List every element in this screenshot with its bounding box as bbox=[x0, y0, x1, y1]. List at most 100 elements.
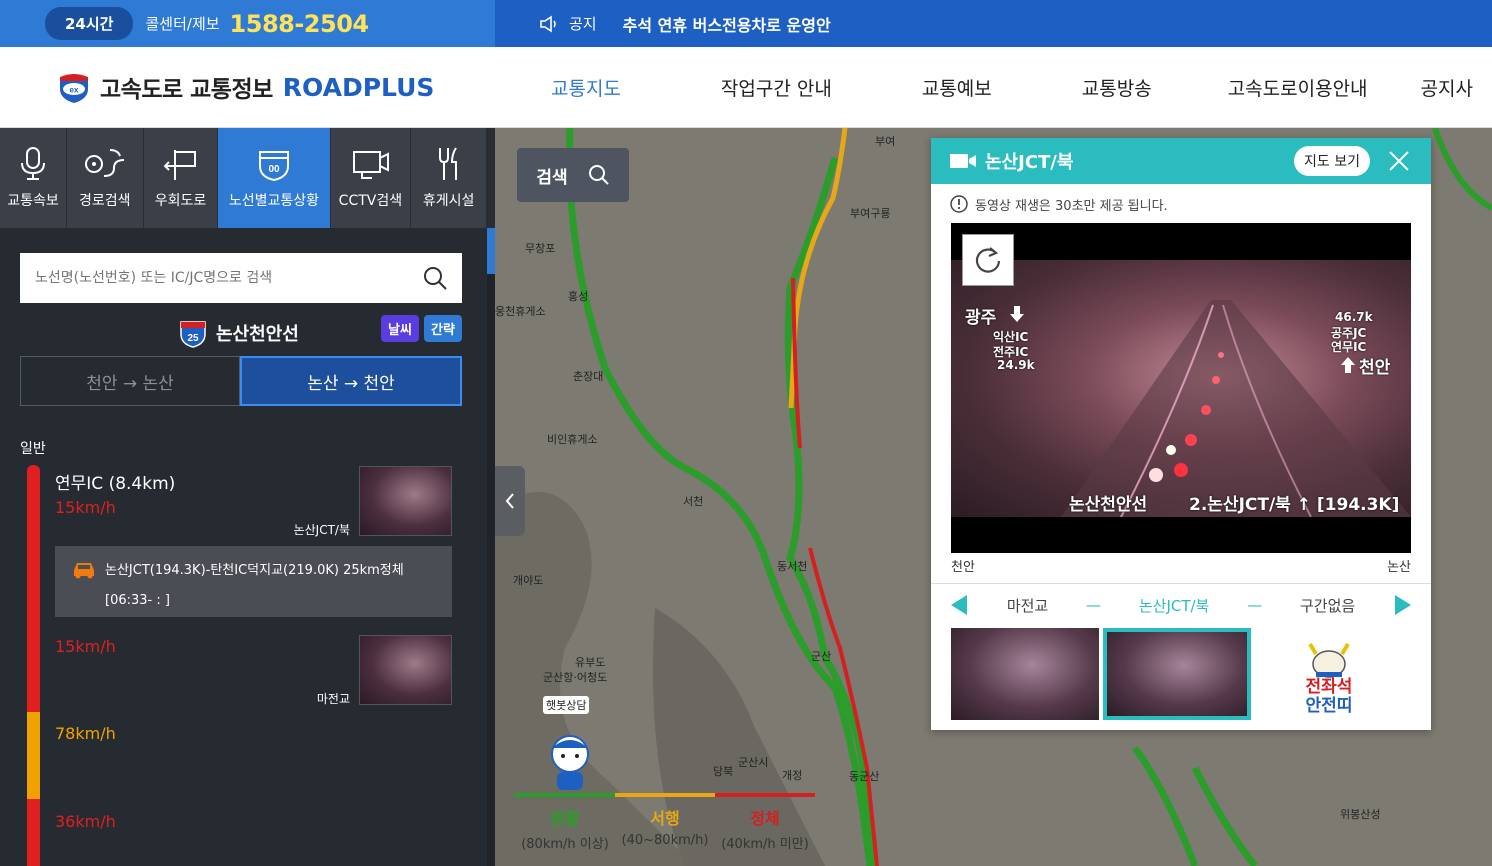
tab-nonsan-to-cheonan[interactable]: 논산 → 천안 bbox=[240, 356, 462, 406]
nav-notice[interactable]: 공지사 bbox=[1421, 74, 1473, 101]
sidebar-scrollbar[interactable] bbox=[487, 228, 495, 866]
incident-notice[interactable]: 논산JCT(194.3K)-탄천IC덕지교(219.0K) 25km정체 [06… bbox=[55, 546, 452, 617]
video-camera-icon bbox=[950, 154, 976, 168]
weather-chip[interactable]: 날씨 bbox=[381, 315, 419, 342]
sidebar-item-detour[interactable]: 우회도로 bbox=[144, 128, 219, 228]
detour-icon bbox=[163, 150, 196, 180]
sidebar-item-route-status[interactable]: 00 노선별교통상황 bbox=[218, 128, 331, 228]
speed-bar-congested bbox=[27, 625, 40, 712]
prev-camera[interactable]: 마전교 bbox=[1007, 595, 1048, 616]
sidebar-collapse-button[interactable] bbox=[495, 466, 525, 536]
segment-speed: 15km/h bbox=[55, 637, 116, 656]
route-name: 논산천안선 bbox=[216, 324, 299, 345]
section-label: 일반 bbox=[20, 441, 46, 457]
callcenter-phone[interactable]: 1588-2504 bbox=[230, 10, 370, 38]
legend-bar-smooth bbox=[515, 793, 615, 797]
divider bbox=[931, 583, 1431, 584]
map-label: 동군산 bbox=[849, 770, 880, 783]
search-icon[interactable] bbox=[422, 265, 448, 291]
cctv-thumbnail[interactable] bbox=[359, 466, 452, 536]
nav-forecast[interactable]: 교통예보 bbox=[922, 74, 992, 101]
camera-nav: 마전교 — 논산JCT/북 — 구간없음 bbox=[951, 593, 1411, 617]
map-label: 부여 bbox=[875, 135, 896, 148]
legend-jam: 정체 (40km/h 미만) bbox=[715, 805, 815, 852]
map-search-button[interactable]: 검색 bbox=[517, 148, 629, 202]
cctv-thumbnail[interactable] bbox=[359, 635, 452, 705]
cctv-title: 논산JCT/북 bbox=[985, 152, 1074, 173]
cctv-video[interactable]: 광주 익산IC 전주IC 24.9k 46.7k 공주JC 연무IC 천안 논산… bbox=[951, 223, 1411, 553]
map-label: 춘장대 bbox=[573, 370, 604, 383]
route-search-input[interactable] bbox=[35, 270, 422, 286]
arrow-down-icon bbox=[1010, 306, 1024, 322]
video-overlay-right-dist: 46.7k bbox=[1335, 310, 1373, 324]
legend-bar bbox=[515, 793, 815, 797]
map-search-label: 검색 bbox=[536, 167, 568, 188]
svg-text:25: 25 bbox=[187, 333, 199, 344]
notice-label: 공지 bbox=[569, 15, 597, 33]
sidebar-label: 휴게시설 bbox=[422, 193, 475, 209]
close-icon[interactable] bbox=[1387, 149, 1411, 173]
cctv-note-text: 동영상 재생은 30초만 제공 됩니다. bbox=[975, 198, 1168, 214]
cctv-thumbnail-label: 논산JCT/북 bbox=[293, 523, 350, 537]
map-label: 웅천휴게소 bbox=[495, 305, 546, 318]
search-icon bbox=[589, 165, 609, 185]
logo-brand: ROADPLUS bbox=[282, 72, 435, 102]
notice-area: 공지 추석 연휴 버스전용차로 운영안 bbox=[495, 0, 1492, 47]
nav-separator: — bbox=[1086, 596, 1102, 614]
logo-text: 고속도로 교통정보 bbox=[100, 77, 273, 103]
map-label: 비인휴게소 bbox=[547, 433, 598, 446]
sidebar-scroll-thumb[interactable] bbox=[487, 228, 495, 274]
camera-thumb-prev[interactable] bbox=[951, 628, 1099, 720]
next-arrow-icon[interactable] bbox=[1393, 595, 1411, 615]
route-title: 25 논산천안선 bbox=[178, 318, 299, 348]
legend-jam-label: 정체 bbox=[750, 809, 780, 828]
map-label: 당북 bbox=[713, 765, 734, 778]
site-logo[interactable]: ex 고속도로 교통정보 ROADPLUS bbox=[56, 69, 496, 105]
prev-arrow-icon[interactable] bbox=[951, 595, 969, 615]
sidebar-label: 우회도로 bbox=[154, 193, 207, 209]
current-camera: 논산JCT/북 bbox=[1138, 596, 1210, 615]
map-label: 군산항·어청도 bbox=[543, 671, 608, 684]
map-label: 유부도 bbox=[575, 656, 606, 669]
map-label: 서천 bbox=[683, 495, 704, 508]
map-label: 군산 bbox=[811, 650, 832, 663]
segment-speed: 15km/h bbox=[55, 498, 116, 517]
camera-thumb-current[interactable] bbox=[1103, 628, 1251, 720]
sidebar-item-cctv[interactable]: CCTV검색 bbox=[331, 128, 412, 228]
brief-chip[interactable]: 간략 bbox=[424, 315, 462, 342]
banner-line2: 안전띠 bbox=[1305, 696, 1353, 716]
safety-belt-banner[interactable]: 전좌석 안전띠 bbox=[1255, 628, 1403, 720]
nav-traffic-map[interactable]: 교통지도 bbox=[551, 74, 621, 101]
nav-broadcast[interactable]: 교통방송 bbox=[1082, 74, 1152, 101]
callcenter-area: 24시간 콜센터/제보 1588-2504 bbox=[0, 0, 495, 47]
microphone-icon bbox=[20, 147, 45, 180]
segment-speed: 36km/h bbox=[55, 812, 116, 831]
speed-bar-congested bbox=[27, 465, 40, 625]
map-label: 햇봇상담 bbox=[543, 696, 590, 714]
highway-scene bbox=[1061, 300, 1411, 517]
segment-ic-name[interactable]: 연무IC (8.4km) bbox=[55, 469, 175, 494]
sidebar-iconbar: 교통속보 경로검색 우회도로 00 노선별교통상황 CCTV검색 휴게시설 bbox=[0, 128, 487, 228]
refresh-button[interactable] bbox=[962, 234, 1014, 286]
route-icon bbox=[84, 149, 124, 177]
video-overlay-right-dest: 천안 bbox=[1359, 358, 1391, 378]
sidebar-item-rest-area[interactable]: 휴게시설 bbox=[411, 128, 487, 228]
map-label: 동서천 bbox=[777, 560, 808, 573]
legend-slow-range: (40~80km/h) bbox=[621, 833, 709, 848]
sidebar-item-traffic-news[interactable]: 교통속보 bbox=[0, 128, 67, 228]
nav-work-zone[interactable]: 작업구간 안내 bbox=[721, 74, 832, 101]
notice-text[interactable]: 추석 연휴 버스전용차로 운영안 bbox=[623, 12, 831, 36]
nav-usage-guide[interactable]: 고속도로이용안내 bbox=[1228, 74, 1368, 101]
next-camera: 구간없음 bbox=[1299, 596, 1356, 615]
video-caption-point: 2.논산JCT/북 ↑ [194.3K] bbox=[1189, 495, 1400, 515]
sidebar-item-route-search[interactable]: 경로검색 bbox=[67, 128, 144, 228]
tab-cheonan-to-nonsan[interactable]: 천안 → 논산 bbox=[20, 356, 240, 406]
direction-start: 천안 bbox=[951, 560, 975, 575]
arrow-up-icon bbox=[1341, 357, 1355, 373]
camera-thumbnails: 전좌석 안전띠 bbox=[951, 628, 1411, 720]
map-view-button[interactable]: 지도 보기 bbox=[1294, 146, 1370, 176]
legend-slow: 서행 (40~80km/h) bbox=[615, 805, 715, 852]
sidebar-label: 교통속보 bbox=[7, 193, 59, 209]
car-accident-icon bbox=[74, 563, 94, 579]
video-overlay-left-dist: 24.9k bbox=[997, 358, 1035, 372]
